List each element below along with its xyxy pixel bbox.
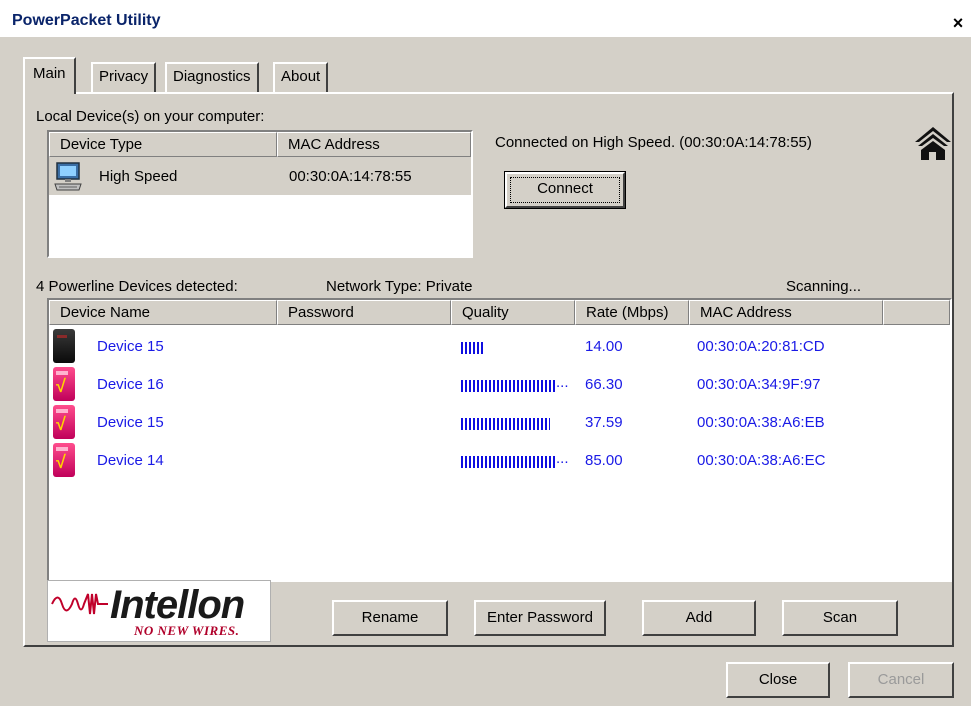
col-empty	[883, 300, 950, 325]
quality-bar	[461, 418, 550, 430]
local-device-mac: 00:30:0A:14:78:55	[289, 168, 412, 185]
local-devices-heading: Local Device(s) on your computer:	[36, 108, 265, 125]
title-bar[interactable]: PowerPacket Utility ×	[0, 0, 971, 38]
device-name: Device 16	[97, 376, 164, 393]
device-rate: 14.00	[585, 338, 623, 355]
device-rate: 85.00	[585, 452, 623, 469]
powerline-device-icon: √	[53, 443, 75, 477]
connect-button[interactable]: Connect	[504, 171, 626, 209]
quality-ellipsis: ...	[556, 374, 569, 391]
add-button[interactable]: Add	[642, 600, 756, 636]
device-mac: 00:30:0A:20:81:CD	[697, 338, 825, 355]
quality-bar	[461, 380, 555, 392]
tab-about-label: About	[281, 68, 321, 85]
rename-button-label: Rename	[361, 609, 419, 626]
logo-tagline: NO NEW WIRES.	[134, 623, 240, 638]
devices-detected-text: 4 Powerline Devices detected:	[36, 278, 238, 295]
tab-main[interactable]: Main	[23, 57, 76, 94]
powerline-device-icon	[53, 329, 75, 363]
device-rate: 66.30	[585, 376, 623, 393]
enter-password-button-label: Enter Password	[487, 609, 593, 626]
enter-password-button[interactable]: Enter Password	[474, 600, 606, 636]
connection-status: Connected on High Speed. (00:30:0A:14:78…	[495, 134, 812, 151]
device-name: Device 15	[97, 414, 164, 431]
tab-privacy-label: Privacy	[99, 68, 149, 85]
add-button-label: Add	[685, 609, 713, 626]
utility-window: PowerPacket Utility × Main Privacy Diagn…	[0, 0, 971, 706]
device-name: Device 14	[97, 452, 164, 469]
powerline-device-icon: √	[53, 367, 75, 401]
tab-privacy[interactable]: Privacy	[91, 62, 157, 92]
scan-button[interactable]: Scan	[782, 600, 898, 636]
rename-button[interactable]: Rename	[332, 600, 448, 636]
quality-bar	[461, 456, 555, 468]
device-mac: 00:30:0A:34:9F:97	[697, 376, 821, 393]
close-button[interactable]: Close	[726, 662, 830, 698]
tab-diagnostics-label: Diagnostics	[173, 68, 251, 85]
col-mac-address[interactable]: MAC Address	[277, 132, 471, 157]
quality-ellipsis: ...	[556, 450, 569, 467]
network-type-text: Network Type: Private	[326, 278, 473, 295]
col-rate[interactable]: Rate (Mbps)	[575, 300, 689, 325]
cancel-button[interactable]: Cancel	[848, 662, 954, 698]
device-name: Device 15	[97, 338, 164, 355]
cancel-button-label: Cancel	[877, 671, 925, 688]
device-mac: 00:30:0A:38:A6:EB	[697, 414, 825, 431]
close-button-label: Close	[758, 671, 798, 688]
logo-name: Intellon	[110, 583, 245, 627]
quality-bar	[461, 342, 485, 354]
device-mac: 00:30:0A:38:A6:EC	[697, 452, 826, 469]
col-device-name[interactable]: Device Name	[49, 300, 277, 325]
col-device-type[interactable]: Device Type	[49, 132, 277, 157]
device-rate: 37.59	[585, 414, 623, 431]
tab-about[interactable]: About	[273, 62, 329, 92]
col-password[interactable]: Password	[277, 300, 451, 325]
connect-button-label: Connect	[537, 180, 593, 197]
tab-diagnostics[interactable]: Diagnostics	[165, 62, 259, 92]
tab-main-label: Main	[33, 65, 66, 82]
col-mac-address-2[interactable]: MAC Address	[689, 300, 883, 325]
local-devices-list[interactable]: Device Type MAC Address High Speed 00:30…	[47, 130, 473, 258]
col-quality[interactable]: Quality	[451, 300, 575, 325]
wave-icon	[51, 593, 108, 615]
main-tab-panel: Local Device(s) on your computer: Device…	[23, 92, 954, 647]
intellon-logo: Intellon NO NEW WIRES.	[47, 580, 271, 642]
local-device-type: High Speed	[99, 168, 178, 185]
powerline-device-icon: √	[53, 405, 75, 439]
close-icon[interactable]: ×	[948, 13, 968, 33]
scanning-status: Scanning...	[786, 278, 862, 295]
computer-icon	[53, 162, 83, 192]
scan-button-label: Scan	[822, 609, 858, 626]
powerline-devices-list[interactable]: Device Name Password Quality Rate (Mbps)…	[47, 298, 952, 582]
house-icon	[913, 124, 953, 162]
window-title: PowerPacket Utility	[12, 12, 161, 29]
